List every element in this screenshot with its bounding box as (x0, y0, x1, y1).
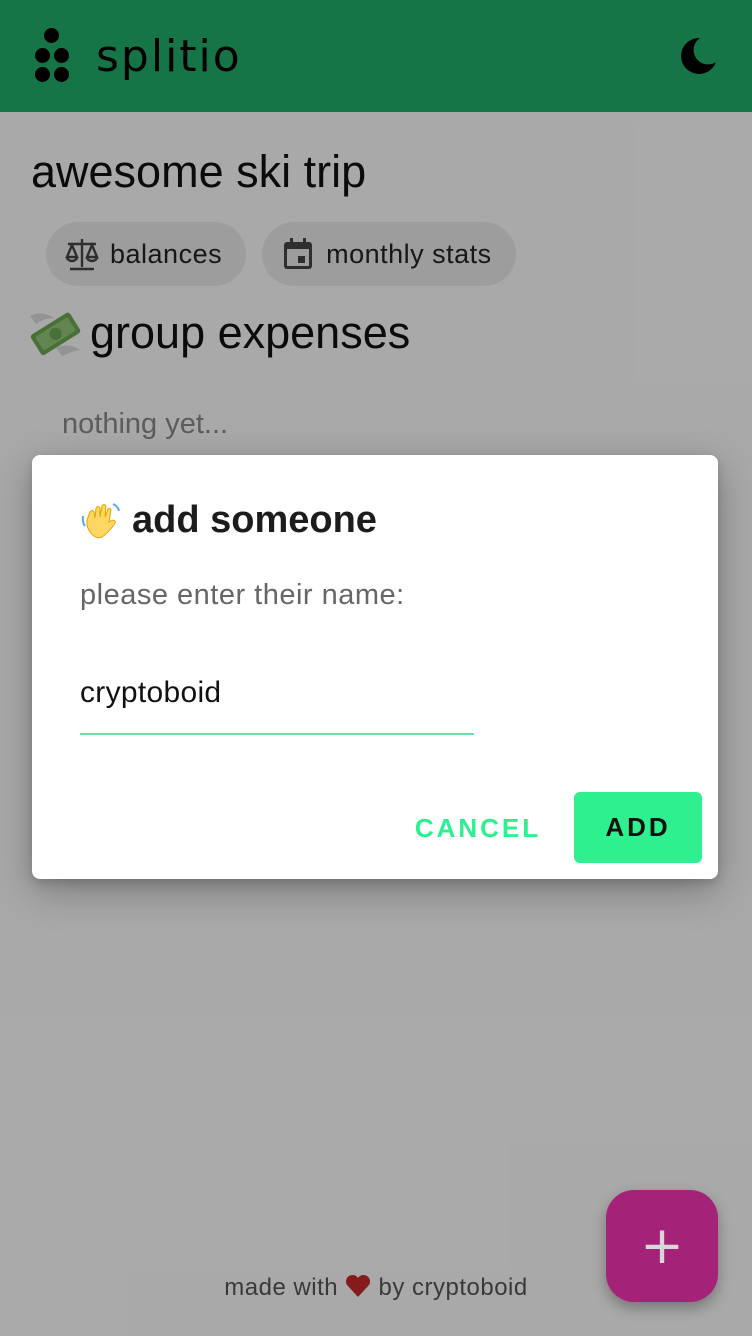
add-someone-dialog: add someone please enter their name: CAN… (32, 455, 718, 879)
plus-icon: + (640, 1216, 684, 1276)
app-root: splitio awesome ski trip balances monthl… (0, 0, 752, 1336)
add-button[interactable]: ADD (574, 792, 702, 863)
dialog-prompt: please enter their name: (80, 579, 405, 611)
waving-hand-emoji (81, 502, 120, 538)
dialog-title: add someone (80, 499, 377, 542)
dialog-title-text: add someone (132, 499, 377, 541)
name-input[interactable] (80, 653, 474, 735)
cancel-button[interactable]: CANCEL (406, 792, 550, 864)
add-expense-fab[interactable]: + (606, 1190, 718, 1302)
